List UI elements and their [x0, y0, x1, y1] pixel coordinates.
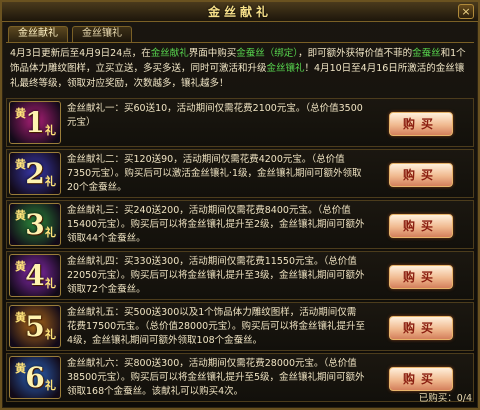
purchase-count-label: 已购买： — [418, 393, 457, 404]
buy-button-6[interactable]: 购买 — [389, 367, 453, 391]
badge-number: 1 — [25, 106, 45, 139]
badge-number: 2 — [25, 157, 45, 190]
gift-row-4: 黄 4 礼 金丝献礼四：买330送300，活动期间仅需花费11550元宝。（总价… — [6, 251, 474, 300]
badge-side-char: 黄 — [15, 158, 26, 171]
gift-description: 金丝献礼三：买240送200，活动期间仅需花费8400元宝。（总价值15400元… — [67, 205, 365, 244]
buy-button-5[interactable]: 购买 — [389, 316, 453, 340]
gift-list: 黄 1 礼 金丝献礼一：买60送10，活动期间仅需花费2100元宝。（总价值35… — [6, 98, 474, 404]
gift-badge-4-icon: 黄 4 礼 — [9, 254, 61, 297]
gift-description: 金丝献礼一：买60送10，活动期间仅需花费2100元宝。（总价值3500元宝） — [67, 103, 363, 128]
notice-text: ！4月10日至 — [304, 63, 361, 74]
badge-side-char: 黄 — [15, 209, 26, 222]
badge-number: 4 — [25, 259, 45, 292]
gift-row-5: 黄 5 礼 金丝献礼五：买500送300以及1个饰品体力雕纹图样，活动期间仅需花… — [6, 302, 474, 351]
badge-side-char: 黄 — [15, 311, 26, 324]
badge-gift-char: 礼 — [45, 328, 56, 341]
purchase-count-value: 0/4 — [456, 393, 472, 404]
badge-gift-char: 礼 — [45, 277, 56, 290]
gift-row-6: 黄 6 礼 金丝献礼六：买800送300，活动期间仅需花费28000元宝。（总价… — [6, 353, 474, 402]
notice-highlight: 金丝献礼 — [150, 48, 189, 59]
buy-button-1[interactable]: 购买 — [389, 112, 453, 136]
gift-description: 金丝献礼四：买330送300，活动期间仅需花费11550元宝。（总价值22050… — [67, 256, 365, 295]
gift-badge-6-icon: 黄 6 礼 — [9, 356, 61, 399]
close-button[interactable]: × — [458, 4, 474, 19]
gift-badge-5-icon: 黄 5 礼 — [9, 305, 61, 348]
badge-side-char: 黄 — [15, 362, 26, 375]
badge-number: 5 — [25, 310, 45, 343]
gift-badge-3-icon: 黄 3 礼 — [9, 203, 61, 246]
buy-button-4[interactable]: 购买 — [389, 265, 453, 289]
badge-gift-char: 礼 — [45, 226, 56, 239]
tab-divider — [6, 42, 474, 43]
tab-gold-silk-gift[interactable]: 金丝献礼 — [8, 26, 68, 42]
gift-row-3: 黄 3 礼 金丝献礼三：买240送200，活动期间仅需花费8400元宝。（总价值… — [6, 200, 474, 249]
badge-gift-char: 礼 — [45, 379, 56, 392]
gift-row-1: 黄 1 礼 金丝献礼一：买60送10，活动期间仅需花费2100元宝。（总价值35… — [6, 98, 474, 147]
gift-description: 金丝献礼二：买120送90，活动期间仅需花费4200元宝。（总价值7350元宝）… — [67, 154, 362, 193]
notice-text: 4月3日更新后至4月9日24点，在 — [10, 48, 151, 59]
badge-number: 3 — [25, 208, 45, 241]
badge-side-char: 黄 — [15, 107, 26, 120]
notice-text: ，即可额外获得价值不菲的 — [298, 48, 413, 59]
buy-button-2[interactable]: 购买 — [389, 163, 453, 187]
badge-gift-char: 礼 — [45, 175, 56, 188]
notice-text: 界面中购买 — [188, 48, 237, 59]
tab-bar: 金丝献礼 金丝镶礼 — [8, 26, 132, 42]
gift-window: 金丝献礼 × 金丝献礼 金丝镶礼 4月3日更新后至4月9日24点，在金丝献礼界面… — [0, 0, 480, 410]
badge-side-char: 黄 — [15, 260, 26, 273]
title-bar: 金丝献礼 × — [2, 2, 478, 22]
gift-badge-1-icon: 黄 1 礼 — [9, 101, 61, 144]
gift-row-2: 黄 2 礼 金丝献礼二：买120送90，活动期间仅需花费4200元宝。（总价值7… — [6, 149, 474, 198]
tab-gold-silk-inlay[interactable]: 金丝镶礼 — [72, 26, 132, 42]
badge-gift-char: 礼 — [45, 124, 56, 137]
gift-description: 金丝献礼五：买500送300以及1个饰品体力雕纹图样，活动期间仅需花费17500… — [67, 307, 365, 346]
purchase-count: 已购买：0/4 — [419, 390, 472, 404]
badge-number: 6 — [25, 361, 45, 394]
notice-highlight: 金丝镶礼 — [266, 63, 305, 74]
notice-highlight: 金蚕丝（绑定） — [236, 48, 299, 59]
gift-badge-2-icon: 黄 2 礼 — [9, 152, 61, 195]
event-notice: 4月3日更新后至4月9日24点，在金丝献礼界面中购买金蚕丝（绑定），即可额外获得… — [8, 46, 472, 92]
window-title: 金丝献礼 — [207, 5, 272, 19]
buy-button-3[interactable]: 购买 — [389, 214, 453, 238]
gift-description: 金丝献礼六：买800送300，活动期间仅需花费28000元宝。（总价值38500… — [67, 358, 365, 397]
notice-highlight: 金蚕丝 — [412, 48, 441, 59]
